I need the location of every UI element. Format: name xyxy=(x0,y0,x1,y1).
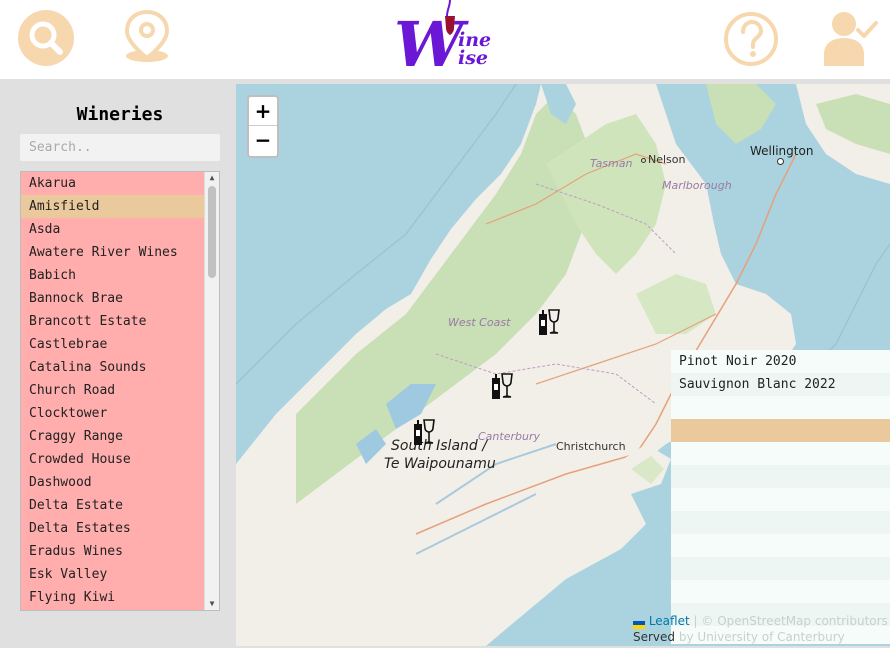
scroll-up-arrow-icon[interactable]: ▲ xyxy=(205,172,219,184)
winery-list-item[interactable]: Delta Estates xyxy=(21,517,205,540)
wine-list-row[interactable] xyxy=(671,419,890,442)
label-island-line1: South Island / xyxy=(391,438,487,454)
wine-marker-icon[interactable] xyxy=(536,306,560,340)
wine-marker-icon[interactable] xyxy=(411,416,435,450)
location-pin-icon[interactable] xyxy=(120,9,176,66)
label-canterbury: Canterbury xyxy=(478,430,540,443)
winery-list-item[interactable]: Asda xyxy=(21,218,205,241)
sidebar-title: Wineries xyxy=(76,104,164,125)
search-input[interactable] xyxy=(20,134,220,161)
wineries-list[interactable]: Akarua Amisfield Asda Awatere River Wines Ba… xyxy=(20,171,220,611)
label-tasman: Tasman xyxy=(590,157,633,170)
winery-list-item[interactable]: Church Road xyxy=(21,379,205,402)
winery-list-item[interactable]: Babich xyxy=(21,264,205,287)
winery-list-item[interactable]: Castlebrae xyxy=(21,333,205,356)
wine-list-row[interactable] xyxy=(671,557,890,580)
help-icon[interactable] xyxy=(722,10,778,66)
leaflet-link[interactable]: Leaflet xyxy=(649,614,690,628)
wine-list-row[interactable] xyxy=(671,442,890,465)
label-nelson: Nelson xyxy=(641,153,686,166)
map-attribution: Leaflet | © OpenStreetMap contributors S… xyxy=(629,612,890,648)
wine-list-row[interactable] xyxy=(671,396,890,419)
label-island-line2: Te Waipounamu xyxy=(384,456,496,472)
winery-list-item[interactable]: Amisfield xyxy=(21,195,205,218)
wine-list-row[interactable] xyxy=(671,488,890,511)
scrollbar-thumb[interactable] xyxy=(208,186,216,278)
wine-list-row[interactable] xyxy=(671,511,890,534)
label-nelson-text: Nelson xyxy=(648,153,686,166)
scroll-down-arrow-icon[interactable]: ▼ xyxy=(205,598,219,610)
winery-list-item[interactable]: Crowded House xyxy=(21,448,205,471)
wine-list-row[interactable] xyxy=(671,534,890,557)
winery-list-item[interactable]: Clocktower xyxy=(21,402,205,425)
label-wellington: Wellington xyxy=(750,144,814,158)
ukraine-flag-icon xyxy=(633,618,645,629)
zoom-in-button[interactable]: + xyxy=(249,97,277,126)
winery-list-item[interactable]: Awatere River Wines xyxy=(21,241,205,264)
user-check-icon[interactable] xyxy=(822,10,878,66)
served-prefix: Served xyxy=(633,630,676,644)
wineries-sidebar: Wineries AkaruaAmisfieldAsdaAwatere Rive… xyxy=(0,84,236,648)
wine-marker-icon[interactable] xyxy=(489,370,513,404)
label-christchurch: Christchurch xyxy=(556,440,626,453)
osm-attribution[interactable]: | © OpenStreetMap contributors xyxy=(694,614,888,628)
wine-list-row[interactable]: Sauvignon Blanc 2022 xyxy=(671,373,890,396)
served-by-text: by University of Canterbury xyxy=(678,630,845,644)
wellington-dot xyxy=(777,158,784,165)
winery-list-item[interactable]: Delta Estate xyxy=(21,494,205,517)
search-icon[interactable] xyxy=(18,10,74,66)
winery-list-item[interactable]: Brancott Estate xyxy=(21,310,205,333)
logo-text-ise: ise xyxy=(458,47,488,69)
zoom-control: + − xyxy=(247,95,279,158)
top-header: W ine ise xyxy=(0,0,890,81)
winery-list-item[interactable]: Craggy Range xyxy=(21,425,205,448)
wine-list-row[interactable] xyxy=(671,465,890,488)
winery-list-item[interactable]: Eradus Wines xyxy=(21,540,205,563)
wine-list-row[interactable] xyxy=(671,580,890,603)
label-marlborough: Marlborough xyxy=(662,179,732,192)
zoom-out-button[interactable]: − xyxy=(249,126,277,155)
winery-list-item[interactable]: Esk Valley xyxy=(21,563,205,586)
winery-list-item[interactable]: Catalina Sounds xyxy=(21,356,205,379)
winery-list-item[interactable]: Flying Kiwi xyxy=(21,586,205,609)
wine-list-row[interactable]: Pinot Noir 2020 xyxy=(671,350,890,373)
winery-list-item[interactable]: Dashwood xyxy=(21,471,205,494)
winery-list-item[interactable]: Bannock Brae xyxy=(21,287,205,310)
winery-list-item[interactable]: Akarua xyxy=(21,172,205,195)
scrollbar[interactable]: ▲ ▼ xyxy=(204,172,219,610)
label-west-coast: West Coast xyxy=(448,316,511,329)
winewise-logo: W ine ise xyxy=(392,0,504,81)
wine-list-panel[interactable]: Pinot Noir 2020 Sauvignon Blanc 2022 xyxy=(671,350,890,644)
